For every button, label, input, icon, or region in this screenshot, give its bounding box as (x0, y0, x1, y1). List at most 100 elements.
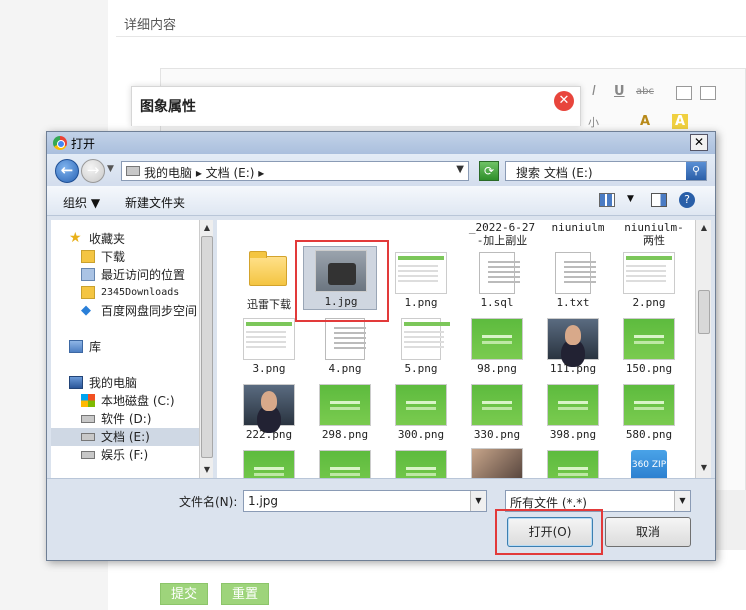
history-dropdown-icon[interactable]: ▼ (107, 164, 114, 174)
search-icon[interactable]: ⚲ (686, 162, 706, 180)
image-thumbnail (547, 384, 599, 426)
scroll-thumb[interactable] (201, 236, 213, 458)
file-item[interactable] (465, 448, 529, 478)
file-item[interactable]: 2.png (617, 252, 681, 316)
image-thumbnail (243, 318, 295, 360)
file-name: 300.png (397, 428, 445, 441)
strikethrough-button[interactable]: abc (636, 86, 654, 97)
close-icon[interactable]: ✕ (554, 91, 574, 111)
file-item[interactable]: 1.txt (541, 252, 605, 316)
file-name: 1.txt (556, 296, 590, 309)
view-dropdown-icon[interactable]: ▼ (627, 194, 634, 204)
file-item[interactable]: 330.png (465, 384, 529, 448)
file-name: 1.png (404, 296, 438, 309)
folder-item[interactable]: 迅雷下载 (237, 251, 301, 316)
file-item[interactable]: 1.sql (465, 252, 529, 316)
scroll-down-icon[interactable]: ▼ (201, 464, 213, 476)
table-icon[interactable] (676, 86, 692, 100)
nav-scrollbar[interactable]: ▲ ▼ (199, 220, 213, 480)
scroll-up-icon[interactable]: ▲ (698, 222, 710, 234)
breadcrumb[interactable]: 我的电脑 ▸ 文档 (E:) ▸ (144, 164, 264, 181)
nav-item-drive-d[interactable]: 软件 (D:) (51, 410, 201, 428)
forward-arrow-icon[interactable]: → (81, 159, 105, 183)
filename-label: 文件名(N): (179, 495, 238, 509)
nav-item-recent[interactable]: 最近访问的位置 (51, 266, 201, 284)
nav-item-drive-f[interactable]: 娱乐 (F:) (51, 446, 201, 464)
file-name: 398.png (549, 428, 597, 441)
navigation-bar: ← → ▼ 我的电脑 ▸ 文档 (E:) ▸ ▼ ⟳ 搜索 文档 (E:) ⚲ (47, 154, 715, 186)
image-thumbnail (547, 318, 599, 360)
file-item[interactable] (541, 450, 605, 478)
file-name: 5.png (404, 362, 438, 375)
chevron-down-icon[interactable]: ▼ (674, 491, 690, 511)
nav-item-downloads[interactable]: 下载 (51, 248, 201, 266)
file-name: 4.png (328, 362, 362, 375)
italic-button[interactable]: I (592, 84, 596, 99)
nav-item-drive-e[interactable]: 文档 (E:) (51, 428, 201, 446)
command-bar: 组织 ▼ 新建文件夹 ▼ ? (47, 186, 715, 216)
refresh-icon[interactable]: ⟳ (479, 161, 499, 181)
cancel-button[interactable]: 取消 (605, 517, 691, 547)
help-icon[interactable]: ? (679, 192, 695, 208)
image-thumbnail (401, 318, 450, 360)
search-input[interactable]: 搜索 文档 (E:) ⚲ (505, 161, 707, 181)
file-item[interactable] (237, 450, 301, 478)
nav-item-2345downloads[interactable]: 2345Downloads (51, 284, 201, 302)
drive-icon (81, 415, 95, 423)
folder-icon (249, 251, 287, 286)
scroll-down-icon[interactable]: ▼ (698, 462, 710, 474)
open-button-highlight (495, 509, 603, 555)
file-name: 3.png (252, 362, 286, 375)
underline-button[interactable]: U (614, 84, 625, 99)
file-item[interactable]: 1.png (389, 252, 453, 316)
file-item[interactable]: 398.png (541, 384, 605, 448)
file-item[interactable]: 5.png (389, 318, 453, 382)
file-item[interactable]: 298.png (313, 384, 377, 448)
nav-item-drive-c[interactable]: 本地磁盘 (C:) (51, 392, 201, 410)
nav-item-favorites[interactable]: ★ 收藏夹 (51, 230, 201, 248)
file-scrollbar[interactable]: ▲ ▼ (695, 220, 711, 478)
selection-highlight (295, 240, 389, 322)
organize-button[interactable]: 组织 ▼ (63, 194, 100, 211)
file-item[interactable]: 3.png (237, 318, 301, 382)
fontsize-select[interactable]: 小 (588, 114, 599, 130)
reset-button[interactable]: 重置 (221, 583, 269, 605)
scroll-thumb[interactable] (698, 290, 710, 334)
file-item[interactable]: 580.png (617, 384, 681, 448)
file-item[interactable]: 300.png (389, 384, 453, 448)
nav-label: 娱乐 (F:) (101, 448, 149, 462)
preview-pane-icon[interactable] (651, 193, 667, 207)
nav-item-baidu[interactable]: ◆ 百度网盘同步空间 (51, 302, 201, 320)
scroll-up-icon[interactable]: ▲ (201, 222, 213, 234)
file-label: _2022-6-27 (468, 221, 536, 234)
file-item[interactable]: 150.png (617, 318, 681, 382)
zip-archive-icon: 360 ZIP (631, 450, 667, 478)
filename-input[interactable]: 1.jpg ▼ (243, 490, 487, 512)
address-bar[interactable]: 我的电脑 ▸ 文档 (E:) ▸ ▼ (121, 161, 469, 181)
chevron-down-icon[interactable]: ▼ (456, 164, 464, 175)
file-item[interactable]: 360 ZIP (617, 450, 681, 478)
document-icon (555, 252, 596, 294)
view-options-icon[interactable] (599, 193, 615, 207)
highlight-button[interactable]: A (672, 114, 689, 129)
file-item[interactable] (389, 450, 453, 478)
file-item[interactable] (313, 450, 377, 478)
nav-label: 百度网盘同步空间 (101, 304, 198, 318)
chevron-down-icon[interactable]: ▼ (470, 491, 486, 511)
file-item[interactable]: 98.png (465, 318, 529, 382)
hr-icon[interactable] (700, 86, 716, 100)
file-name: 98.png (477, 362, 517, 375)
submit-button[interactable]: 提交 (160, 583, 208, 605)
nav-label: 2345Downloads (101, 287, 180, 298)
nav-item-library[interactable]: 库 (51, 338, 201, 356)
file-item[interactable]: 4.png (313, 318, 377, 382)
new-folder-button[interactable]: 新建文件夹 (125, 194, 185, 211)
dialog-title: 打开 (71, 137, 96, 151)
font-color-button[interactable]: A (640, 114, 650, 129)
back-arrow-icon[interactable]: ← (55, 159, 79, 183)
file-label: 两性 (643, 234, 665, 247)
nav-item-computer[interactable]: 我的电脑 (51, 374, 201, 392)
close-icon[interactable]: ✕ (690, 134, 708, 151)
file-item[interactable]: 222.png (237, 384, 301, 448)
file-item[interactable]: 111.png (541, 318, 605, 382)
